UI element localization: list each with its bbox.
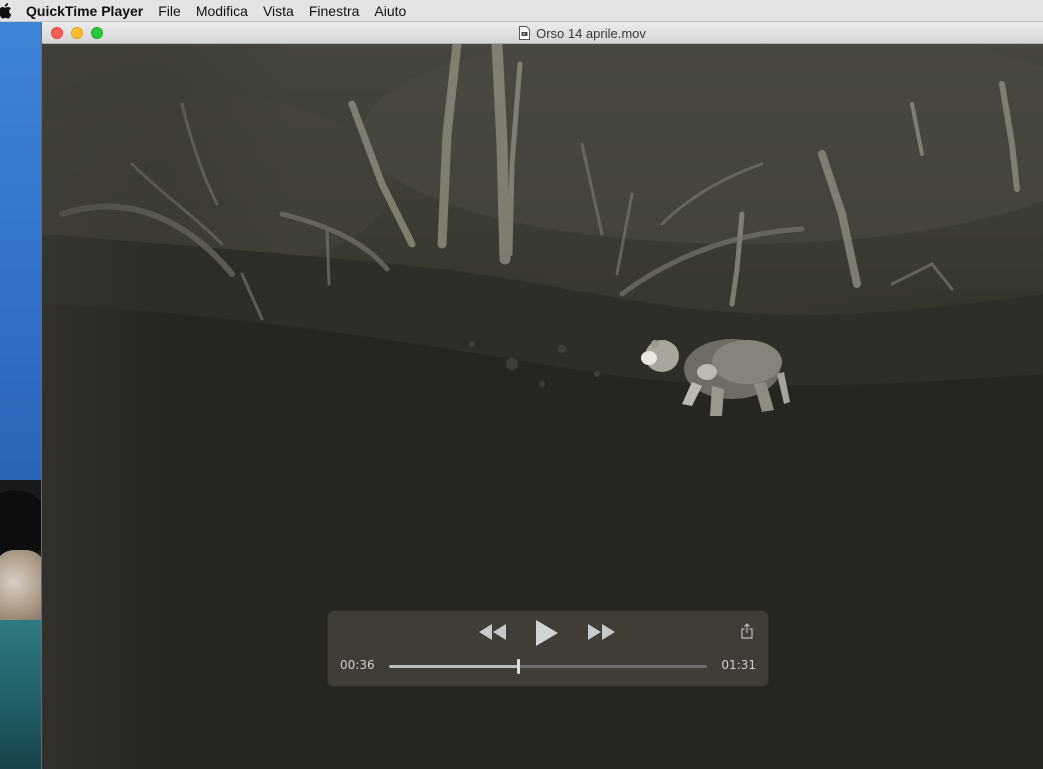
timeline-played (389, 665, 518, 668)
rewind-icon (479, 624, 506, 640)
quicktime-window: Orso 14 aprile.mov 00:36 01:31 (41, 22, 1043, 769)
apple-menu-icon[interactable] (0, 0, 16, 22)
play-button[interactable] (534, 619, 560, 647)
playback-controls: 00:36 01:31 (328, 611, 768, 686)
share-button[interactable] (740, 622, 754, 640)
total-time: 01:31 (721, 658, 756, 672)
playhead-handle[interactable] (516, 659, 520, 674)
menu-aiuto[interactable]: Aiuto (374, 3, 406, 19)
window-title: Orso 14 aprile.mov (42, 22, 1043, 44)
menu-finestra[interactable]: Finestra (309, 3, 360, 19)
window-title-text: Orso 14 aprile.mov (536, 25, 646, 41)
rewind-button[interactable] (478, 621, 508, 643)
fast-forward-button[interactable] (586, 621, 616, 643)
play-icon (536, 620, 558, 646)
menu-bar: QuickTime Player File Modifica Vista Fin… (0, 0, 1043, 22)
app-name-menu[interactable]: QuickTime Player (26, 3, 143, 19)
movie-document-icon (519, 26, 531, 40)
window-titlebar[interactable]: Orso 14 aprile.mov (42, 22, 1043, 44)
timeline-scrubber[interactable] (389, 659, 707, 674)
desktop-photo (0, 480, 42, 769)
menu-file[interactable]: File (158, 3, 181, 19)
current-time: 00:36 (340, 658, 375, 672)
share-icon (741, 623, 753, 639)
video-frame[interactable]: 00:36 01:31 (42, 44, 1043, 769)
menu-modifica[interactable]: Modifica (196, 3, 248, 19)
menu-vista[interactable]: Vista (263, 3, 294, 19)
fast-forward-icon (588, 624, 615, 640)
